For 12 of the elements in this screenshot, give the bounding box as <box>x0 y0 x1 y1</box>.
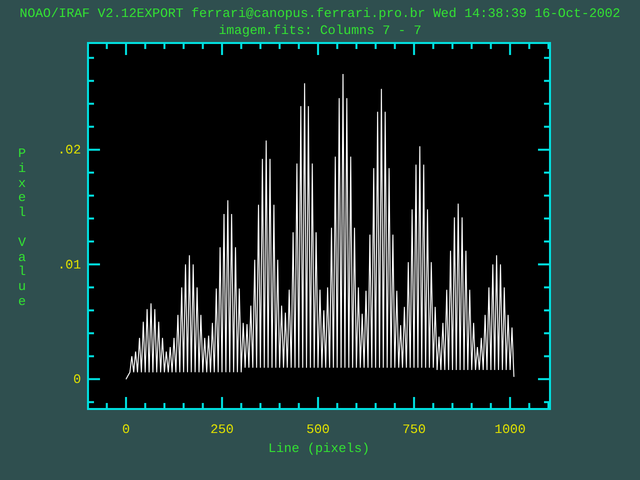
tick-label: 500 <box>306 422 330 437</box>
tick-label: 750 <box>402 422 426 437</box>
tick-label: 250 <box>210 422 234 437</box>
tick-label: .02 <box>58 142 81 158</box>
chart-title: imagem.fits: Columns 7 - 7 <box>218 23 422 38</box>
x-axis-label: Line (pixels) <box>268 441 370 456</box>
y-axis-label: Pixel Value <box>18 147 26 310</box>
tick-label: 1000 <box>494 422 526 437</box>
tick-label: 0 <box>122 422 130 437</box>
tick-label: .01 <box>58 257 81 272</box>
tick-label: 0 <box>73 372 81 388</box>
header-text: NOAO/IRAF V2.12EXPORT ferrari@canopus.ferrari.pro.br Wed 14:38:39 16-Oct-2002 <box>20 6 620 21</box>
